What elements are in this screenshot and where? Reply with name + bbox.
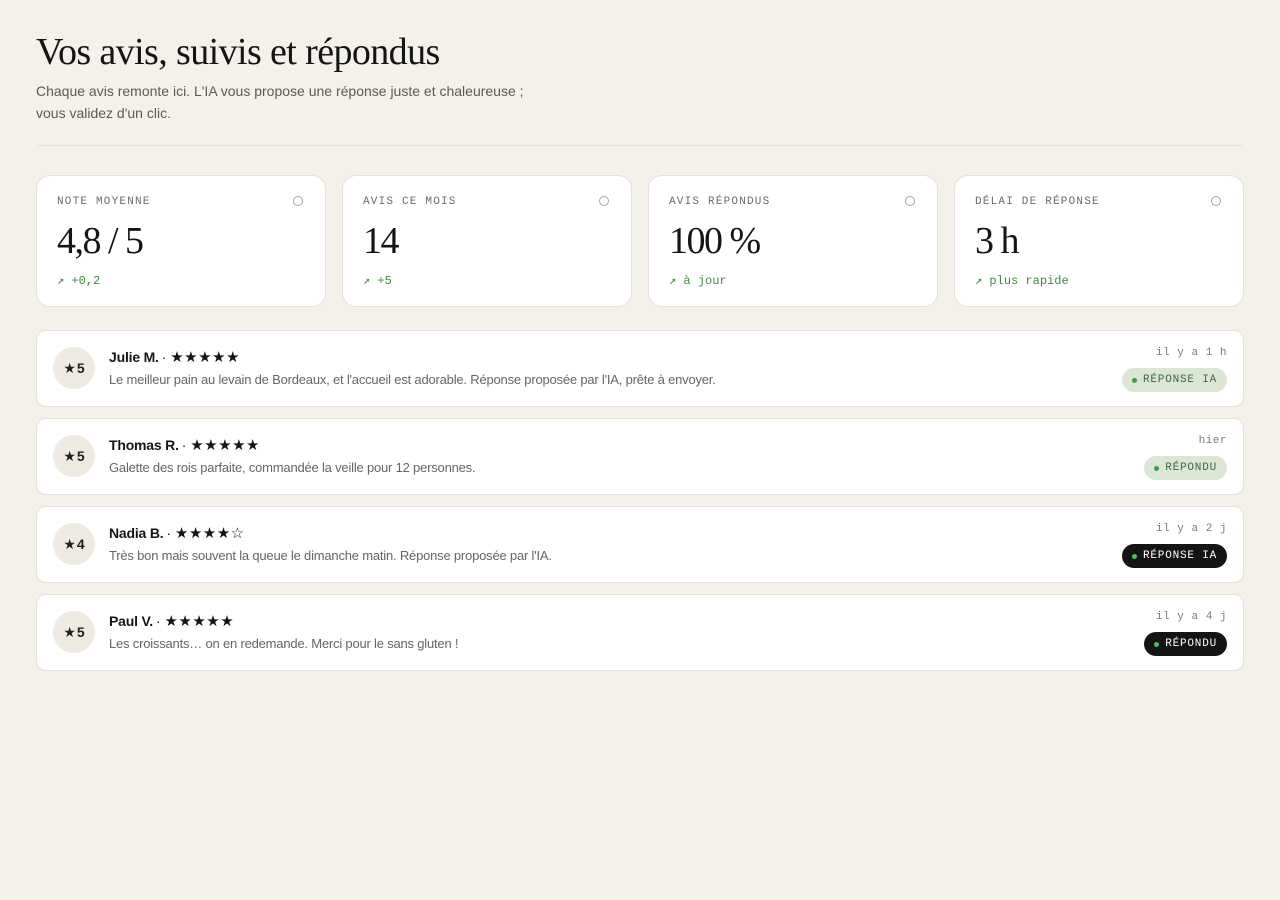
review-time: il y a 1 h	[1155, 347, 1227, 359]
stat-trend: ↗ plus rapide	[975, 274, 1069, 288]
reviewer-name: Paul V.	[109, 613, 153, 629]
stat-trend: ↗ à jour	[669, 274, 727, 288]
review-list: ★ 5 Julie M. · ★★★★★ Le meilleur pain au le…	[36, 330, 1244, 671]
stat-card-note-moyenne[interactable]: NOTE MOYENNE 4,8 / 5 ↗ +0,2	[36, 175, 326, 307]
stat-value: 3 h	[975, 220, 1020, 262]
stat-value: 100 %	[669, 220, 761, 262]
reviews-page: Vos avis, suivis et répondus Chaque avis…	[0, 0, 1280, 671]
stars-rating: ★★★★★	[164, 613, 235, 630]
status-dot-icon	[1154, 641, 1160, 647]
rating-avatar: ★ 5	[53, 347, 95, 389]
stat-value: 4,8 / 5	[57, 220, 144, 262]
review-item[interactable]: ★ 4 Nadia B. · ★★★★☆ Très bon mais souvent …	[36, 506, 1244, 583]
stars-rating: ★★★★★	[170, 349, 240, 366]
circle-outline-icon	[1211, 196, 1221, 206]
stat-card-delai-de-reponse[interactable]: DÉLAI DE RÉPONSE 3 h ↗ plus rapide	[954, 175, 1244, 307]
rating-value: 4	[76, 536, 85, 552]
stat-card-avis-repondus[interactable]: AVIS RÉPONDUS 100 % ↗ à jour	[648, 175, 938, 307]
circle-outline-icon	[905, 196, 915, 206]
star-icon: ★	[63, 535, 76, 552]
review-header: Thomas R. · ★★★★★	[109, 436, 260, 454]
reviewer-name: Julie M.	[109, 349, 159, 365]
status-badge[interactable]: RÉPONDU	[1144, 632, 1227, 656]
stats-row: NOTE MOYENNE 4,8 / 5 ↗ +0,2 AVIS CE MOIS…	[36, 175, 1244, 307]
review-header: Paul V. · ★★★★★	[109, 612, 234, 630]
stat-label: NOTE MOYENNE	[57, 196, 151, 208]
circle-outline-icon	[293, 196, 303, 206]
stars-rating: ★★★★☆	[174, 525, 245, 542]
status-label: RÉPONDU	[1165, 638, 1217, 650]
status-badge[interactable]: RÉPONDU	[1144, 456, 1227, 480]
rating-value: 5	[76, 360, 85, 376]
review-text: Les croissants… on en redemande. Merci p…	[109, 636, 459, 651]
separator: ·	[156, 613, 161, 629]
review-header: Nadia B. · ★★★★☆	[109, 524, 245, 542]
separator: ·	[166, 525, 171, 541]
separator: ·	[181, 437, 187, 453]
review-time: il y a 2 j	[1155, 523, 1227, 535]
stars-rating: ★★★★★	[190, 437, 260, 454]
status-label: RÉPONSE IA	[1142, 550, 1217, 562]
stat-label: AVIS CE MOIS	[363, 196, 457, 208]
star-icon: ★	[63, 623, 76, 640]
circle-outline-icon	[599, 196, 609, 206]
stat-trend: ↗ +5	[363, 274, 392, 288]
stat-card-avis-ce-mois[interactable]: AVIS CE MOIS 14 ↗ +5	[342, 175, 632, 307]
rating-avatar: ★ 4	[53, 523, 95, 565]
review-text: Le meilleur pain au levain de Bordeaux, …	[109, 372, 716, 387]
status-dot-icon	[1131, 377, 1137, 383]
rating-value: 5	[76, 624, 85, 640]
page-title: Vos avis, suivis et répondus	[36, 31, 440, 73]
review-item[interactable]: ★ 5 Paul V. · ★★★★★ Les croissants… on en r…	[36, 594, 1244, 671]
review-item[interactable]: ★ 5 Julie M. · ★★★★★ Le meilleur pain au le…	[36, 330, 1244, 407]
review-time: hier	[1198, 435, 1227, 447]
stat-label: DÉLAI DE RÉPONSE	[975, 196, 1100, 208]
rating-avatar: ★ 5	[53, 611, 95, 653]
status-dot-icon	[1154, 465, 1160, 471]
divider	[38, 145, 1242, 146]
review-time: il y a 4 j	[1155, 611, 1227, 623]
reviewer-name: Thomas R.	[109, 437, 179, 453]
separator: ·	[161, 349, 167, 365]
status-badge[interactable]: RÉPONSE IA	[1121, 368, 1227, 392]
stat-trend: ↗ +0,2	[57, 274, 101, 288]
rating-value: 5	[76, 448, 85, 464]
stat-label: AVIS RÉPONDUS	[669, 196, 771, 208]
page-subtitle: Chaque avis remonte ici. L'IA vous propo…	[36, 83, 524, 121]
stat-value: 14	[363, 220, 400, 262]
status-dot-icon	[1131, 553, 1137, 559]
review-header: Julie M. · ★★★★★	[109, 348, 240, 366]
review-text: Galette des rois parfaite, commandée la …	[109, 460, 476, 475]
status-badge[interactable]: RÉPONSE IA	[1121, 544, 1227, 568]
review-item[interactable]: ★ 5 Thomas R. · ★★★★★ Galette des rois parf…	[36, 418, 1244, 495]
rating-avatar: ★ 5	[53, 435, 95, 477]
review-text: Très bon mais souvent la queue le dimanc…	[109, 548, 552, 563]
status-label: RÉPONDU	[1165, 462, 1217, 474]
reviewer-name: Nadia B.	[109, 525, 164, 541]
star-icon: ★	[63, 447, 76, 464]
status-label: RÉPONSE IA	[1142, 374, 1217, 386]
star-icon: ★	[63, 359, 76, 376]
